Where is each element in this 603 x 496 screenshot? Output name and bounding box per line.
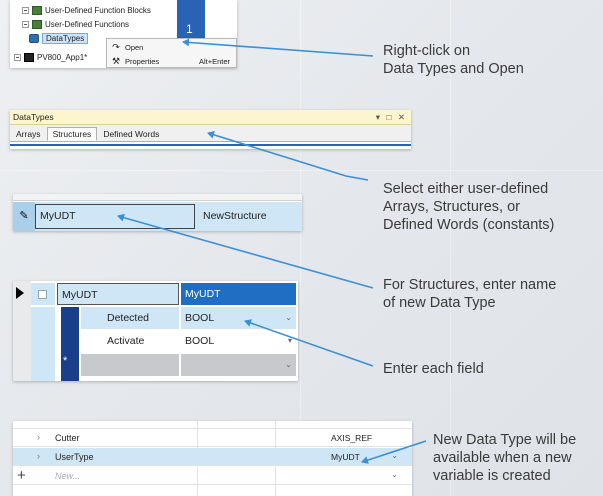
expand-icon[interactable]	[22, 21, 29, 28]
tab-bar: Arrays Structures Defined Words	[10, 126, 165, 141]
tree-item-function-blocks[interactable]: User-Defined Function Blocks	[22, 4, 151, 17]
expand-icon[interactable]	[14, 54, 21, 61]
function-block-icon	[32, 6, 42, 15]
current-row-arrow-icon	[16, 287, 24, 299]
collapse-icon[interactable]	[38, 290, 47, 299]
list-header-strip	[13, 421, 412, 429]
tab-structures[interactable]: Structures	[46, 127, 98, 141]
open-icon: ↷	[112, 41, 120, 52]
expand-arrow-icon[interactable]: ›	[37, 451, 40, 461]
context-menu: ↷ Open ⚒ Properties Alt+Enter	[106, 38, 237, 68]
indent-column	[31, 307, 55, 381]
note-select-type: Select either user-defined Arrays, Struc…	[383, 181, 555, 233]
note-available: New Data Type will be available when a n…	[433, 432, 577, 484]
tab-defined-words[interactable]: Defined Words	[97, 127, 165, 141]
new-structure-row-screenshot: ✎ MyUDT NewStructure	[13, 194, 302, 231]
field-name-cell[interactable]: Activate	[81, 330, 179, 352]
dropdown-icon[interactable]: ⌄	[285, 307, 292, 329]
panel-number: 1	[186, 22, 193, 36]
dropdown-icon[interactable]: ⌄	[391, 451, 398, 460]
project-tree-screenshot: User-Defined Function Blocks User-Define…	[10, 0, 237, 68]
field-type-cell[interactable]: BOOL ▾	[181, 330, 296, 352]
new-field-name-cell[interactable]	[81, 354, 179, 376]
datatypes-window-screenshot: DataTypes ▾ □ ✕ Arrays Structures Define…	[10, 110, 411, 149]
shortcut-label: Alt+Enter	[198, 56, 230, 66]
new-field-type-cell[interactable]: ⌄	[181, 354, 296, 376]
tree-item-functions[interactable]: User-Defined Functions	[22, 18, 129, 31]
expand-arrow-icon[interactable]: ›	[37, 432, 40, 442]
structure-type-cell[interactable]: MyUDT	[181, 283, 296, 305]
dropdown-icon[interactable]: ⌄	[391, 470, 398, 479]
tab-arrays[interactable]: Arrays	[10, 127, 47, 141]
note-enter-fields: Enter each field	[383, 361, 484, 377]
edit-pencil-icon: ✎	[13, 202, 35, 231]
add-variable-icon[interactable]: +	[17, 467, 26, 485]
note-right-click: Right-click on Data Types and Open	[383, 43, 524, 77]
window-controls[interactable]: ▾ □ ✕	[376, 110, 407, 124]
window-title: DataTypes	[13, 112, 54, 122]
structure-type-cell: NewStructure	[203, 210, 267, 222]
bg-line	[0, 170, 603, 171]
structure-name-input[interactable]: MyUDT	[35, 204, 195, 229]
collapse-cell[interactable]	[31, 283, 55, 305]
datatypes-icon	[29, 34, 39, 43]
structure-name-cell[interactable]: MyUDT	[57, 283, 179, 305]
context-menu-properties[interactable]: ⚒ Properties Alt+Enter	[107, 54, 236, 68]
wrench-icon: ⚒	[111, 55, 121, 66]
dropdown-icon[interactable]: ▾	[288, 330, 292, 352]
structure-row[interactable]: ✎ MyUDT NewStructure	[13, 202, 302, 231]
field-name-cell[interactable]: Detected	[81, 307, 179, 329]
structure-fields-screenshot: MyUDT MyUDT Detected BOOL ⌄ Activate BOO…	[13, 281, 298, 381]
tree-item-pv800[interactable]: PV800_App1*	[14, 51, 87, 64]
variable-row-usertype[interactable]: › UserType MyUDT ⌄	[13, 448, 412, 466]
expand-icon[interactable]	[22, 7, 29, 14]
grid-header-strip	[13, 194, 302, 201]
terminal-icon	[24, 53, 34, 62]
note-enter-name: For Structures, enter name of new Data T…	[383, 277, 557, 311]
window-title-bar: DataTypes ▾ □ ✕	[10, 110, 411, 125]
new-row-marker: *	[63, 355, 68, 367]
context-menu-open[interactable]: ↷ Open	[107, 40, 236, 54]
variable-row-new[interactable]: + New... ⌄	[13, 467, 412, 485]
field-marker-column	[61, 307, 79, 381]
field-type-cell[interactable]: BOOL ⌄	[181, 307, 296, 329]
dropdown-icon[interactable]: ⌄	[285, 354, 292, 376]
tree-item-datatypes[interactable]: DataTypes	[29, 32, 89, 45]
function-icon	[32, 20, 42, 29]
variable-row-cutter[interactable]: › Cutter AXIS_REF	[13, 429, 412, 447]
window-body	[10, 141, 411, 149]
variables-list-screenshot: › Cutter AXIS_REF › UserType MyUDT ⌄ + N…	[13, 421, 412, 496]
